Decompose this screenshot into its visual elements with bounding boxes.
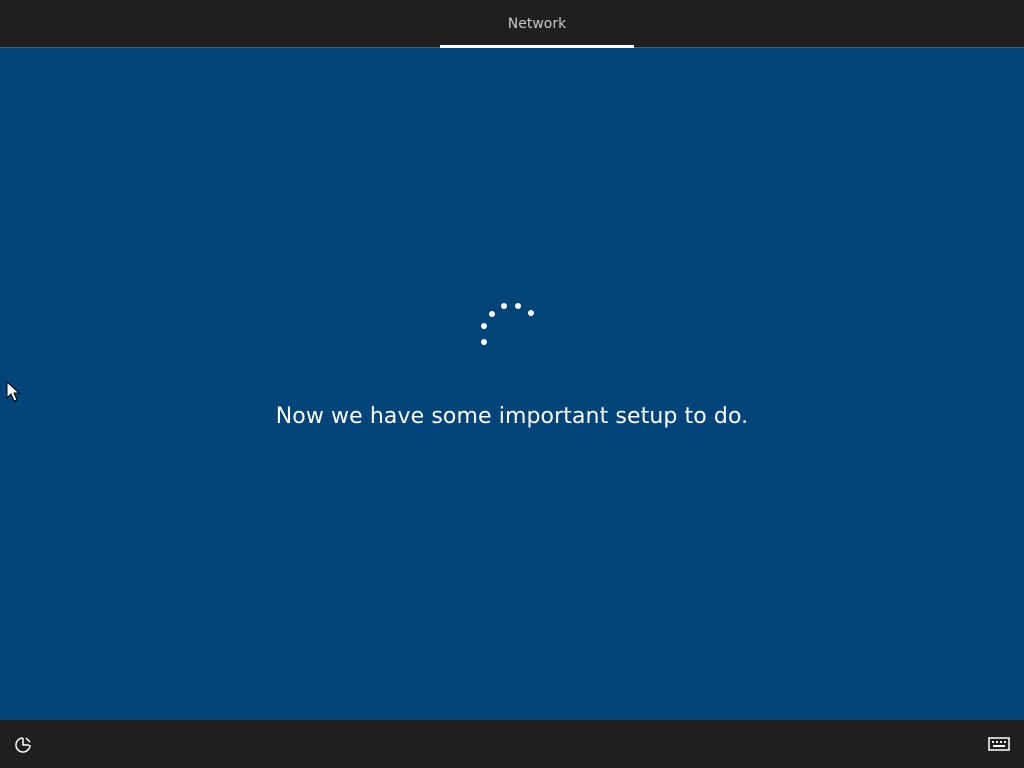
tab-network: Network bbox=[440, 0, 634, 47]
ease-of-access-icon[interactable] bbox=[12, 734, 34, 756]
main-content: Now we have some important setup to do. bbox=[0, 48, 1024, 720]
bottom-bar bbox=[0, 720, 1024, 768]
setup-message: Now we have some important setup to do. bbox=[275, 404, 749, 429]
tab-network-label: Network bbox=[507, 15, 567, 32]
mouse-cursor-icon bbox=[6, 381, 20, 402]
keyboard-icon[interactable] bbox=[988, 735, 1010, 753]
top-progress-bar: Network bbox=[0, 0, 1024, 48]
loading-spinner-icon bbox=[481, 303, 534, 345]
oobe-screen: Network Now we have some important setup… bbox=[0, 0, 1024, 768]
